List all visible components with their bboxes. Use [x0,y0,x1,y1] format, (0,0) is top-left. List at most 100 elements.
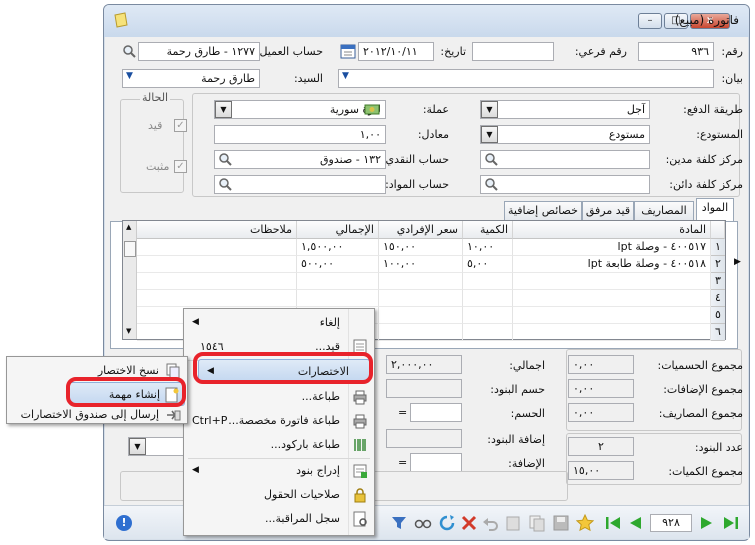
grid-cell-total[interactable]: ١,٥٠٠,٠٠ [297,239,379,256]
record-number-field[interactable]: ٩٢٨ [650,514,692,532]
paste-icon[interactable] [504,514,522,532]
grid-scroll-thumb[interactable] [124,241,136,257]
menu-item-audit-log[interactable]: سجل المراقبة... [184,507,374,531]
grid-cell-total[interactable] [297,273,379,290]
payment-method-select[interactable]: آجل [480,100,650,119]
discount-field[interactable] [410,403,462,422]
rate-field[interactable]: ١,٠٠ [214,125,386,144]
undo-icon[interactable] [482,514,500,532]
warehouse-dropdown[interactable]: ▼ [481,126,498,143]
fixed-checkbox[interactable]: ✓ [174,160,187,173]
search-icon[interactable] [218,152,232,166]
debit-cost-center-field[interactable] [480,150,650,169]
copy-icon[interactable] [528,514,546,532]
statement-field[interactable] [338,69,714,88]
menu-item-barcode-print[interactable]: طباعة باركود... [184,433,374,457]
grid-cell-material[interactable] [513,307,711,324]
scroll-down-icon[interactable]: ▼ [126,327,131,335]
grid-header-quantity[interactable]: الكمية [463,221,513,239]
menu-item-custom-invoice-print[interactable]: طباعة فاتورة مخصصة... Ctrl+P [184,409,374,433]
previous-record-icon[interactable] [626,514,644,532]
glasses-icon[interactable] [414,514,432,532]
info-icon[interactable]: ! [116,515,132,531]
tab-attached-entry[interactable]: قيد مرفق [582,201,634,221]
date-field[interactable]: ٢٠١٢/١٠/١١ [358,42,434,61]
grid-cell-quantity[interactable] [463,324,513,341]
credit-cost-center-field[interactable] [480,175,650,194]
search-icon[interactable] [218,177,232,191]
customer-account-field[interactable]: ١٢٧٧ - طارق رحمة [138,42,260,61]
minimize-button[interactable]: – [638,13,662,29]
discounts-total-label: مجموع الحسميات: [657,359,743,372]
grid-cell-unit-price[interactable] [379,324,463,341]
mister-dropdown-icon[interactable]: ▼ [126,71,133,81]
warehouse-select[interactable]: مستودع [480,125,650,144]
last-record-icon[interactable] [722,514,740,532]
star-icon[interactable] [576,514,594,532]
cash-account-field[interactable]: ١٣٢ - صندوق [214,150,386,169]
extra-dropdown[interactable]: ▼ [129,438,146,455]
filter-icon[interactable] [390,514,408,532]
menu-item-label: إلغاء [319,316,340,329]
grid-header-unit-price[interactable]: سعر الإفرادي [379,221,463,239]
first-record-icon[interactable] [604,514,622,532]
grid-cell-notes[interactable] [137,256,297,273]
menu-item-cancel[interactable]: إلغاء ◀ [184,311,374,335]
next-record-icon[interactable] [698,514,716,532]
materials-account-field[interactable] [214,175,386,194]
grid-header-notes[interactable]: ملاحظات [137,221,297,239]
currency-select[interactable]: ليرة سورية [214,100,386,119]
grid-cell-material[interactable]: ٤٠٠٥١٧ - وصلة lpt [513,239,711,256]
grid-cell-material[interactable] [513,324,711,341]
menu-item-insert-items[interactable]: إدراج بنود ◀ [184,459,374,483]
posted-checkbox[interactable]: ✓ [174,119,187,132]
grid-cell-unit-price[interactable] [379,290,463,307]
sub-number-field[interactable] [472,42,554,61]
grid-cell-unit-price[interactable] [379,307,463,324]
grid-cell-unit-price[interactable] [379,273,463,290]
row-number[interactable]: ٥ [711,307,725,324]
grid-cell-quantity[interactable]: ١٠,٠٠ [463,239,513,256]
statement-dropdown-icon[interactable]: ▼ [342,71,349,81]
addition-field[interactable] [410,453,462,472]
tab-materials[interactable]: المواد [696,198,734,222]
grid-header-total[interactable]: الإجمالي [297,221,379,239]
mister-field[interactable]: طارق رحمة [122,69,260,88]
row-number[interactable]: ٣ [711,273,725,290]
delete-icon[interactable] [460,514,478,532]
number-field[interactable]: ٩٣٦ [638,42,714,61]
refresh-icon[interactable] [438,514,456,532]
grid-cell-unit-price[interactable]: ١٥٠,٠٠ [379,239,463,256]
grid-cell-quantity[interactable] [463,307,513,324]
grid-cell-quantity[interactable] [463,273,513,290]
grid-cell-unit-price[interactable]: ١٠٠,٠٠ [379,256,463,273]
currency-dropdown[interactable]: ▼ [215,101,232,118]
grid-cell-notes[interactable] [137,239,297,256]
row-number[interactable]: ١ [711,239,725,256]
grid-cell-quantity[interactable] [463,290,513,307]
grid-cell-notes[interactable] [137,290,297,307]
grid-cell-material[interactable] [513,290,711,307]
calendar-icon[interactable] [340,43,356,59]
row-number[interactable]: ٦ [711,324,725,341]
save-icon[interactable] [552,514,570,532]
grid-cell-quantity[interactable]: ٥,٠٠ [463,256,513,273]
tab-expenses[interactable]: المصاريف [634,201,694,221]
row-number[interactable]: ٢ [711,256,725,273]
search-icon[interactable] [122,44,136,58]
search-icon[interactable] [484,177,498,191]
grid-scrollbar[interactable] [123,221,137,339]
payment-method-dropdown[interactable]: ▼ [481,101,498,118]
menu-item-print[interactable]: طباعة... [184,385,374,409]
grid-cell-total[interactable] [297,290,379,307]
grid-cell-material[interactable] [513,273,711,290]
grid-header-material[interactable]: المادة [513,221,711,239]
scroll-up-icon[interactable]: ▲ [126,223,131,231]
search-icon[interactable] [484,152,498,166]
menu-item-field-permissions[interactable]: صلاحيات الحقول [184,483,374,507]
grid-cell-notes[interactable] [137,273,297,290]
grid-cell-total[interactable]: ٥٠٠,٠٠ [297,256,379,273]
row-number[interactable]: ٤ [711,290,725,307]
tab-extra-properties[interactable]: خصائص إضافية [504,201,582,221]
grid-cell-material[interactable]: ٤٠٠٥١٨ - وصلة طابعة lpt [513,256,711,273]
